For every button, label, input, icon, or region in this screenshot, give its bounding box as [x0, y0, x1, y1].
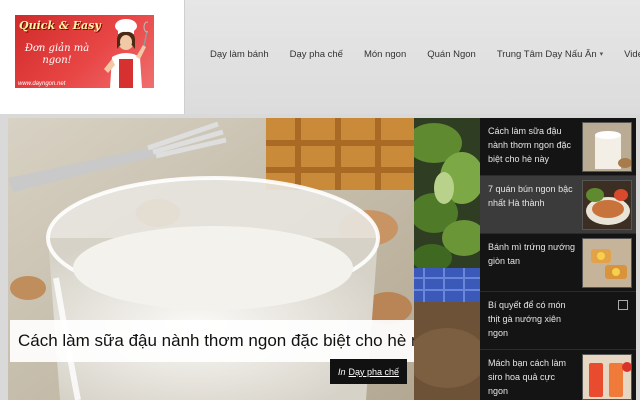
chevron-down-icon: ▾	[599, 51, 604, 58]
slider-thumb-title[interactable]: Bí quyết để có món thịt gà nướng xiên ng…	[488, 298, 576, 340]
site-logo[interactable]: Quick & Easy Đơn giản mà ngon! www.dayng…	[15, 15, 154, 88]
chef-illustration	[104, 19, 148, 88]
nav-item-label: Dạy làm bánh	[210, 48, 269, 60]
slider-thumb-image[interactable]	[582, 180, 632, 230]
slider-thumb-item[interactable]: Cách làm sữa đậu nành thơm ngon đặc biệt…	[480, 118, 636, 176]
logo-area: Quick & Easy Đơn giản mà ngon! www.dayng…	[0, 0, 185, 114]
main-nav: Dạy làm bánh Dạy pha chế Món ngon Quán N…	[210, 46, 640, 62]
slider-thumb-title[interactable]: 7 quán bún ngon bậc nhất Hà thành	[488, 182, 576, 210]
salad-photo-strip	[414, 118, 480, 400]
slide-caption-title[interactable]: Cách làm sữa đậu nành thơm ngon đặc biệt…	[18, 331, 414, 351]
slider-thumb-image[interactable]	[582, 354, 632, 400]
slider-thumb-item[interactable]: Mách bạn cách làm siro hoa quả cực ngon	[480, 350, 636, 400]
nav-item-label: Trung Tâm Dạy Nấu Ăn	[496, 48, 597, 60]
slider-thumb-item[interactable]: 7 quán bún ngon bậc nhất Hà thành	[480, 176, 636, 234]
category-prefix: In	[338, 366, 346, 377]
slide-caption[interactable]: Cách làm sữa đậu nành thơm ngon đặc biệt…	[10, 320, 414, 362]
slider-thumb-image[interactable]	[582, 122, 632, 172]
site-header: Quick & Easy Đơn giản mà ngon! www.dayng…	[0, 0, 640, 114]
nav-item-mon-ngon[interactable]: Món ngon	[364, 49, 406, 60]
nav-item-day-pha-che[interactable]: Dạy pha chế	[290, 49, 343, 60]
nav-item-label: Video	[624, 48, 640, 60]
slider-thumbnails: Cách làm sữa đậu nành thơm ngon đặc biệt…	[480, 118, 636, 400]
category-link[interactable]: Dạy pha chế	[349, 367, 400, 377]
slider-thumb-title[interactable]: Cách làm sữa đậu nành thơm ngon đặc biệt…	[488, 124, 576, 166]
slider-thumb-item[interactable]: Bí quyết để có món thịt gà nướng xiên ng…	[480, 292, 636, 350]
logo-title: Quick & Easy	[19, 19, 101, 32]
logo-tagline: Đơn giản mà ngon!	[24, 43, 90, 66]
nav-item-trung-tam-day-nau-an[interactable]: Trung Tâm Dạy Nấu Ăn ▾	[497, 49, 603, 60]
checkbox-icon[interactable]	[618, 300, 628, 310]
nav-item-day-lam-banh[interactable]: Dạy làm bánh	[210, 49, 269, 60]
logo-url: www.dayngon.net	[18, 81, 66, 87]
slide-category: In Dạy pha chế	[330, 359, 408, 384]
nav-item-label: Quán Ngon	[427, 48, 476, 60]
slider-thumb-title[interactable]: Mách bạn cách làm siro hoa quả cực ngon	[488, 356, 576, 398]
nav-item-quan-ngon[interactable]: Quán Ngon	[427, 49, 476, 60]
nav-item-video[interactable]: Video	[624, 49, 640, 60]
slider-thumb-image[interactable]	[582, 238, 632, 288]
nav-item-label: Dạy pha chế	[289, 48, 343, 60]
slider-thumb-title[interactable]: Bánh mì trứng nướng giòn tan	[488, 240, 576, 268]
nav-item-label: Món ngon	[363, 48, 407, 60]
featured-slide[interactable]: Cách làm sữa đậu nành thơm ngon đặc biệt…	[8, 118, 414, 400]
slider-thumb-item[interactable]: Bánh mì trứng nướng giòn tan	[480, 234, 636, 292]
